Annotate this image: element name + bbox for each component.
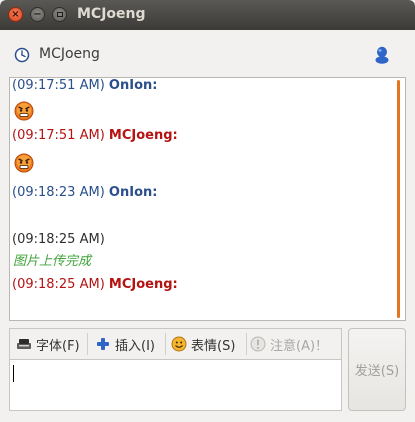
emoticon-button-label: 表情(S) [191, 338, 236, 354]
window-title: MCJoeng [77, 6, 146, 22]
chat-scrollbar[interactable] [397, 80, 400, 318]
insert-button-label: 插入(I) [115, 338, 155, 354]
message-header: (09:17:51 AM) MCJoeng: [12, 128, 178, 144]
minimize-icon: − [33, 8, 42, 20]
send-button-label: 发送(S) [354, 364, 400, 379]
alert-icon [250, 336, 266, 352]
close-button[interactable]: × [8, 7, 23, 22]
maximize-button[interactable] [52, 7, 67, 22]
chat-window: × − MCJoeng MCJoeng (09:17:51 AM) OnIon: [0, 0, 415, 422]
close-icon: × [11, 8, 20, 20]
system-notice: 图片上传完成 [13, 254, 92, 269]
text-caret [13, 365, 14, 382]
format-toolbar: 字体(F) 插入(I) 表情(S) 注意(A)！ [9, 328, 342, 360]
plus-icon [97, 338, 109, 350]
message-header: (09:18:25 AM) [12, 232, 105, 248]
contact-name: MCJoeng [39, 46, 100, 62]
insert-button[interactable]: 插入(I) [95, 329, 155, 359]
toolbar-divider [87, 333, 88, 355]
message-header: (09:17:51 AM) OnIon: [12, 78, 157, 94]
smiley-icon [171, 336, 187, 352]
message-sender: OnIon: [108, 78, 158, 93]
font-button-label: 字体(F) [36, 338, 80, 354]
message-timestamp: (09:18:25 AM) [12, 232, 105, 247]
maximize-icon [56, 12, 63, 17]
message-timestamp: (09:17:51 AM) [12, 128, 105, 143]
contact-bar: MCJoeng [0, 30, 415, 76]
person-icon[interactable] [374, 46, 390, 64]
message-header: (09:18:23 AM) OnIon: [12, 185, 157, 201]
attention-button[interactable]: 注意(A)！ [250, 329, 328, 359]
font-icon [17, 339, 31, 349]
toolbar-divider [165, 333, 166, 355]
message-input[interactable] [9, 360, 342, 411]
message-sender: MCJoeng: [108, 128, 178, 143]
minimize-button[interactable]: − [30, 7, 45, 22]
toolbar-divider [246, 333, 247, 355]
clock-icon [14, 47, 30, 63]
font-button[interactable]: 字体(F) [16, 329, 80, 359]
attention-button-label: 注意(A)！ [270, 338, 329, 354]
angry-emoticon-icon [14, 153, 34, 173]
message-sender: MCJoeng: [108, 277, 178, 292]
message-timestamp: (09:18:25 AM) [12, 277, 105, 292]
chat-history[interactable]: (09:17:51 AM) OnIon: (09:17:51 AM) MCJoe… [9, 77, 406, 321]
message-timestamp: (09:18:23 AM) [12, 185, 105, 200]
message-header: (09:18:25 AM) MCJoeng: [12, 277, 178, 293]
send-button[interactable]: 发送(S) [348, 328, 406, 411]
emoticon-button[interactable]: 表情(S) [171, 329, 235, 359]
angry-emoticon-icon [14, 101, 34, 121]
message-sender: OnIon: [108, 185, 158, 200]
title-bar[interactable]: × − MCJoeng [0, 0, 415, 30]
message-timestamp: (09:17:51 AM) [12, 78, 105, 93]
